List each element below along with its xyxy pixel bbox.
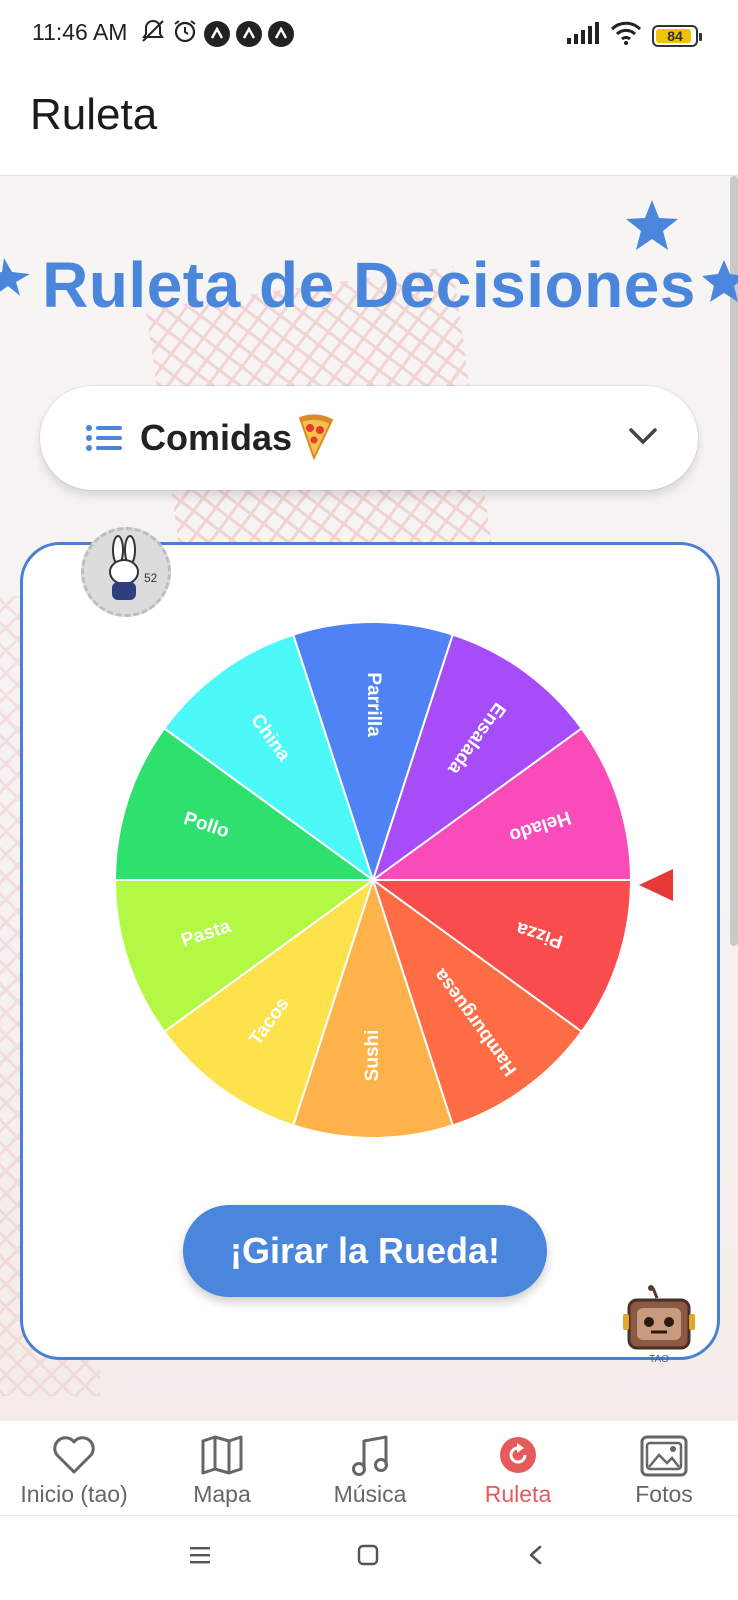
stamp-number: 52	[144, 571, 158, 585]
battery-level: 84	[667, 27, 683, 44]
wheel-segment-label: Parrilla	[363, 672, 384, 737]
back-icon[interactable]	[524, 1544, 548, 1571]
home-icon[interactable]	[356, 1544, 380, 1571]
nav-item-musica[interactable]: Música	[296, 1421, 444, 1516]
nav-item-inicio[interactable]: Inicio (tao)	[0, 1421, 148, 1516]
nav-item-mapa[interactable]: Mapa	[148, 1421, 296, 1516]
roulette-card: 52 Pizza Hamburguesa Sushi Tacos Pasta Pollo C…	[20, 527, 720, 1365]
refresh-icon	[498, 1435, 538, 1480]
nav-label: Mapa	[193, 1481, 251, 1507]
alarm-icon	[172, 18, 198, 49]
main-content[interactable]: Ruleta de Decisiones Comidas 52 Pizza Ham…	[0, 176, 738, 1420]
nav-label: Inicio (tao)	[20, 1481, 128, 1507]
signal-icon	[566, 21, 600, 50]
status-notification-icons	[140, 18, 294, 49]
heart-icon	[52, 1435, 96, 1480]
page-title: Ruleta	[30, 90, 158, 139]
battery-cap	[699, 32, 702, 41]
bottom-navigation: Inicio (tao) Mapa Música Ruleta Fotos	[0, 1420, 738, 1515]
app-notification-icon	[236, 20, 262, 47]
status-system-icons: 84	[566, 20, 702, 51]
app-bar: Ruleta	[0, 66, 738, 176]
bunny-stamp-icon: 52	[109, 535, 158, 600]
nav-item-fotos[interactable]: Fotos	[590, 1421, 738, 1516]
decision-wheel[interactable]: PizzaHamburguesaSushiTacosPastaPolloChin…	[108, 615, 638, 1145]
stamp-decoration: 52	[81, 527, 171, 617]
battery-icon: 84	[652, 24, 702, 47]
menu-icon[interactable]	[188, 1544, 212, 1571]
nav-label: Ruleta	[484, 1481, 552, 1507]
photos-icon	[640, 1435, 688, 1482]
wifi-icon	[610, 20, 642, 51]
app-notification-icon	[204, 20, 230, 47]
nav-item-ruleta[interactable]: Ruleta	[444, 1421, 592, 1516]
nav-label: Música	[333, 1481, 407, 1507]
selected-category-label: Comidas	[140, 417, 293, 458]
wheel-segment-label: Sushi	[362, 1030, 383, 1082]
tao-robot-mascot: TAO	[619, 1284, 699, 1371]
spin-wheel-button[interactable]: ¡Girar la Rueda!	[183, 1205, 547, 1297]
pizza-icon	[296, 412, 336, 465]
chevron-down-icon	[628, 426, 658, 451]
mascot-label: TAO	[649, 1354, 669, 1365]
wheel-pointer-icon	[639, 867, 675, 908]
music-icon	[350, 1435, 390, 1482]
app-notification-icon	[268, 20, 294, 47]
system-navigation-bar	[0, 1515, 738, 1600]
nav-label: Fotos	[635, 1481, 693, 1507]
status-bar: 11:46 AM 84	[0, 0, 738, 66]
category-dropdown[interactable]: Comidas	[40, 386, 698, 490]
bell-muted-icon	[140, 18, 166, 49]
roulette-heading: Ruleta de Decisiones	[42, 249, 696, 321]
map-icon	[200, 1435, 244, 1480]
list-icon	[86, 424, 122, 457]
status-time: 11:46 AM	[32, 19, 128, 45]
